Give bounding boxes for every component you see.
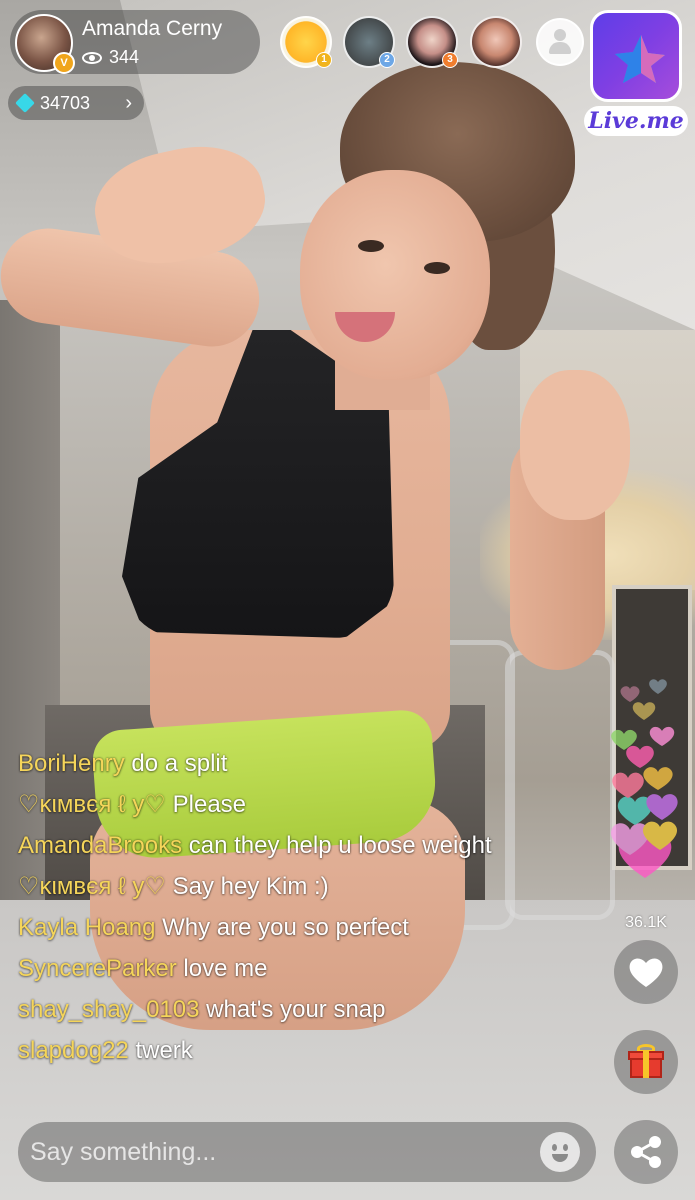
chat-text: what's your snap bbox=[206, 996, 386, 1023]
viewer-avatar[interactable]: 1 bbox=[280, 16, 332, 68]
share-button[interactable] bbox=[614, 1120, 678, 1184]
diamond-count: 34703 bbox=[40, 92, 91, 113]
person-placeholder-icon bbox=[549, 29, 571, 55]
chat-username[interactable]: ♡ĸιмвєя ℓ у♡ bbox=[18, 873, 166, 900]
streamer-figure-eye bbox=[358, 240, 384, 252]
chat-text: love me bbox=[183, 955, 268, 982]
streamer-figure-hair-bun bbox=[340, 62, 575, 242]
streamer-figure-arm bbox=[510, 430, 605, 670]
liveme-logo bbox=[590, 10, 682, 102]
video-background-door bbox=[612, 585, 692, 870]
host-verified-badge: V bbox=[53, 52, 75, 74]
chat-text: twerk bbox=[135, 1037, 193, 1064]
streamer-figure-hand bbox=[85, 133, 275, 277]
viewer-avatar[interactable]: 2 bbox=[343, 16, 395, 68]
floating-hearts bbox=[600, 650, 690, 890]
live-stream-screen: V Amanda Cerny 344 34703 › 1 2 3 Live.me… bbox=[0, 0, 695, 1200]
chat-message: Kayla Hoang Why are you so perfect bbox=[18, 912, 518, 944]
chat-feed: BoriHenry do a split ♡ĸιмвєя ℓ у♡ Please… bbox=[18, 748, 518, 1076]
streamer-figure-top bbox=[122, 330, 394, 638]
chat-message: AmandaBrooks can they help u loose weigh… bbox=[18, 830, 518, 862]
streamer-figure-eye bbox=[424, 262, 450, 274]
chat-username[interactable]: AmandaBrooks bbox=[18, 832, 182, 859]
emoji-eye bbox=[552, 1144, 557, 1151]
viewer-count: 344 bbox=[82, 47, 139, 68]
viewer-avatar[interactable] bbox=[470, 16, 522, 68]
streamer-figure-head bbox=[300, 170, 490, 380]
emoji-button[interactable] bbox=[540, 1132, 580, 1172]
chat-text: can they help u loose weight bbox=[188, 832, 492, 859]
viewer-avatar[interactable]: 3 bbox=[406, 16, 458, 68]
streamer-figure-hair bbox=[455, 150, 555, 350]
streamer-figure-hand bbox=[520, 370, 630, 520]
chat-text: Say hey Kim :) bbox=[172, 873, 329, 900]
video-background-wall bbox=[520, 330, 695, 590]
chat-message: ♡ĸιмвєя ℓ у♡ Please bbox=[18, 789, 518, 821]
share-icon bbox=[631, 1136, 661, 1168]
viewer-count-value: 344 bbox=[109, 47, 140, 67]
streamer-figure-neck bbox=[335, 340, 430, 410]
eye-icon bbox=[82, 51, 102, 64]
chat-message: BoriHenry do a split bbox=[18, 748, 518, 780]
streamer-figure-mouth bbox=[335, 312, 395, 342]
streamer-figure-torso bbox=[150, 330, 450, 750]
host-info-pill[interactable]: V Amanda Cerny 344 bbox=[10, 10, 260, 74]
viewer-rank-badge: 2 bbox=[379, 52, 395, 68]
emoji-eye bbox=[563, 1144, 568, 1151]
viewer-rank-badge: 3 bbox=[442, 52, 458, 68]
chat-message: ♡ĸιмвєя ℓ у♡ Say hey Kim :) bbox=[18, 871, 518, 903]
like-count: 36.1K bbox=[625, 914, 667, 931]
like-button[interactable] bbox=[614, 940, 678, 1004]
chat-username[interactable]: Kayla Hoang bbox=[18, 914, 155, 941]
diamond-icon bbox=[15, 93, 35, 113]
video-background-light bbox=[480, 470, 695, 640]
chat-username[interactable]: ♡ĸιмвєя ℓ у♡ bbox=[18, 791, 166, 818]
chat-username[interactable]: BoriHenry bbox=[18, 750, 125, 777]
chat-text: Why are you so perfect bbox=[162, 914, 409, 941]
gift-icon bbox=[628, 1044, 664, 1078]
chat-text: Please bbox=[172, 791, 247, 818]
chat-text: do a split bbox=[131, 750, 228, 777]
host-name: Amanda Cerny bbox=[82, 17, 223, 40]
emoji-mouth bbox=[552, 1154, 568, 1162]
star-logo-icon bbox=[615, 35, 665, 83]
gift-button[interactable] bbox=[614, 1030, 678, 1094]
diamond-count-pill[interactable]: 34703 › bbox=[8, 86, 144, 120]
chat-message: SyncereParker love me bbox=[18, 953, 518, 985]
chat-message: shay_shay_0103 what's your snap bbox=[18, 994, 518, 1026]
chat-username[interactable]: SyncereParker bbox=[18, 955, 177, 982]
chat-username[interactable]: slapdog22 bbox=[18, 1037, 129, 1064]
streamer-figure-arm bbox=[0, 222, 266, 353]
floating-hearts-icon bbox=[611, 679, 678, 878]
viewer-avatar-placeholder[interactable] bbox=[536, 18, 584, 66]
comment-input[interactable] bbox=[18, 1122, 596, 1182]
chevron-right-icon: › bbox=[125, 91, 132, 114]
liveme-logo-text: Live.me bbox=[584, 106, 688, 136]
chat-message: slapdog22 twerk bbox=[18, 1035, 518, 1067]
viewer-rank-badge: 1 bbox=[316, 52, 332, 68]
video-background-chair bbox=[505, 650, 615, 920]
heart-icon bbox=[629, 958, 663, 987]
chat-username[interactable]: shay_shay_0103 bbox=[18, 996, 199, 1023]
